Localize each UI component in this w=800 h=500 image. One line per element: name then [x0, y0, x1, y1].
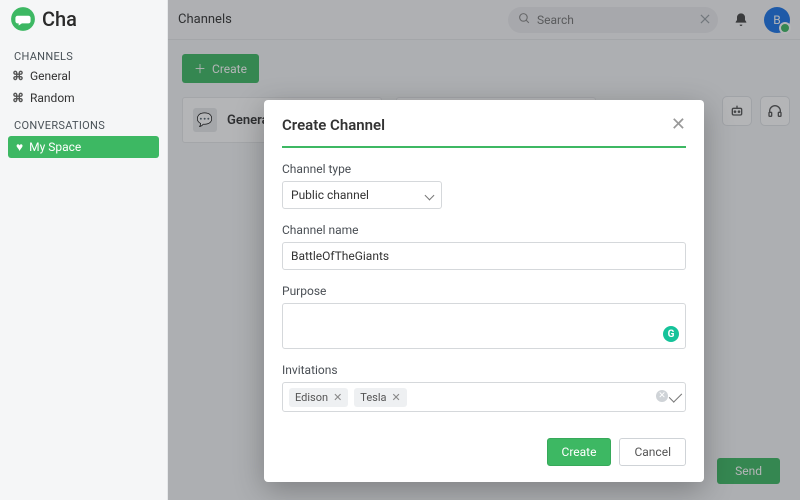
- brand-name: Cha: [42, 7, 77, 31]
- invitations-input[interactable]: Edison ✕ Tesla ✕ ✕: [282, 382, 686, 412]
- purpose-textarea[interactable]: G: [282, 303, 686, 349]
- app-root: Cha CHANNELS ⌘ General ⌘ Random CONVERSA…: [0, 0, 800, 500]
- modal-cancel-button[interactable]: Cancel: [619, 438, 686, 466]
- chip-label: Tesla: [360, 391, 386, 404]
- chip-label: Edison: [295, 391, 328, 404]
- label-purpose: Purpose: [282, 284, 686, 298]
- main: Channels B ＋ Create: [168, 0, 800, 500]
- channel-name-input-wrap: [282, 242, 686, 270]
- invite-chip[interactable]: Edison ✕: [289, 388, 348, 407]
- field-invitations: Invitations Edison ✕ Tesla ✕ ✕: [282, 363, 686, 412]
- heart-icon: ♥: [16, 140, 23, 154]
- sidebar-item-myspace[interactable]: ♥ My Space: [8, 136, 159, 158]
- sidebar-item-label: General: [30, 69, 71, 83]
- channel-type-select[interactable]: Public channel: [282, 181, 442, 209]
- field-channel-name: Channel name: [282, 223, 686, 270]
- label-channel-name: Channel name: [282, 223, 686, 237]
- label-invitations: Invitations: [282, 363, 686, 377]
- chat-logo-icon: [10, 6, 36, 32]
- sidebar: Cha CHANNELS ⌘ General ⌘ Random CONVERSA…: [0, 0, 168, 500]
- create-channel-modal: Create Channel ✕ Channel type Public cha…: [264, 100, 704, 482]
- channel-name-input[interactable]: [291, 243, 677, 269]
- sidebar-item-label: Random: [30, 91, 75, 105]
- channel-hash-icon: ⌘: [12, 69, 24, 83]
- sidebar-section-conversations: CONVERSATIONS: [0, 109, 167, 134]
- modal-header: Create Channel ✕: [282, 116, 686, 148]
- invite-chip[interactable]: Tesla ✕: [354, 388, 406, 407]
- chevron-down-icon: [425, 190, 435, 200]
- select-value: Public channel: [291, 188, 369, 202]
- chips-tail: ✕: [656, 390, 679, 402]
- close-icon[interactable]: ✕: [671, 116, 686, 134]
- channel-hash-icon: ⌘: [12, 91, 24, 105]
- field-channel-type: Channel type Public channel: [282, 162, 686, 209]
- remove-chip-icon[interactable]: ✕: [333, 391, 342, 404]
- remove-chip-icon[interactable]: ✕: [391, 391, 400, 404]
- sidebar-section-channels: CHANNELS: [0, 40, 167, 65]
- modal-actions: Create Cancel: [282, 438, 686, 466]
- modal-overlay: Create Channel ✕ Channel type Public cha…: [168, 0, 800, 500]
- modal-create-button[interactable]: Create: [547, 438, 612, 466]
- sidebar-item-label: My Space: [29, 140, 81, 154]
- chevron-down-icon[interactable]: [669, 389, 682, 402]
- sidebar-item-random[interactable]: ⌘ Random: [0, 87, 167, 109]
- grammarly-icon: G: [663, 326, 679, 342]
- modal-title: Create Channel: [282, 116, 385, 134]
- label-channel-type: Channel type: [282, 162, 686, 176]
- sidebar-item-general[interactable]: ⌘ General: [0, 65, 167, 87]
- clear-all-icon[interactable]: ✕: [656, 390, 668, 402]
- field-purpose: Purpose G: [282, 284, 686, 349]
- brand: Cha: [0, 6, 167, 40]
